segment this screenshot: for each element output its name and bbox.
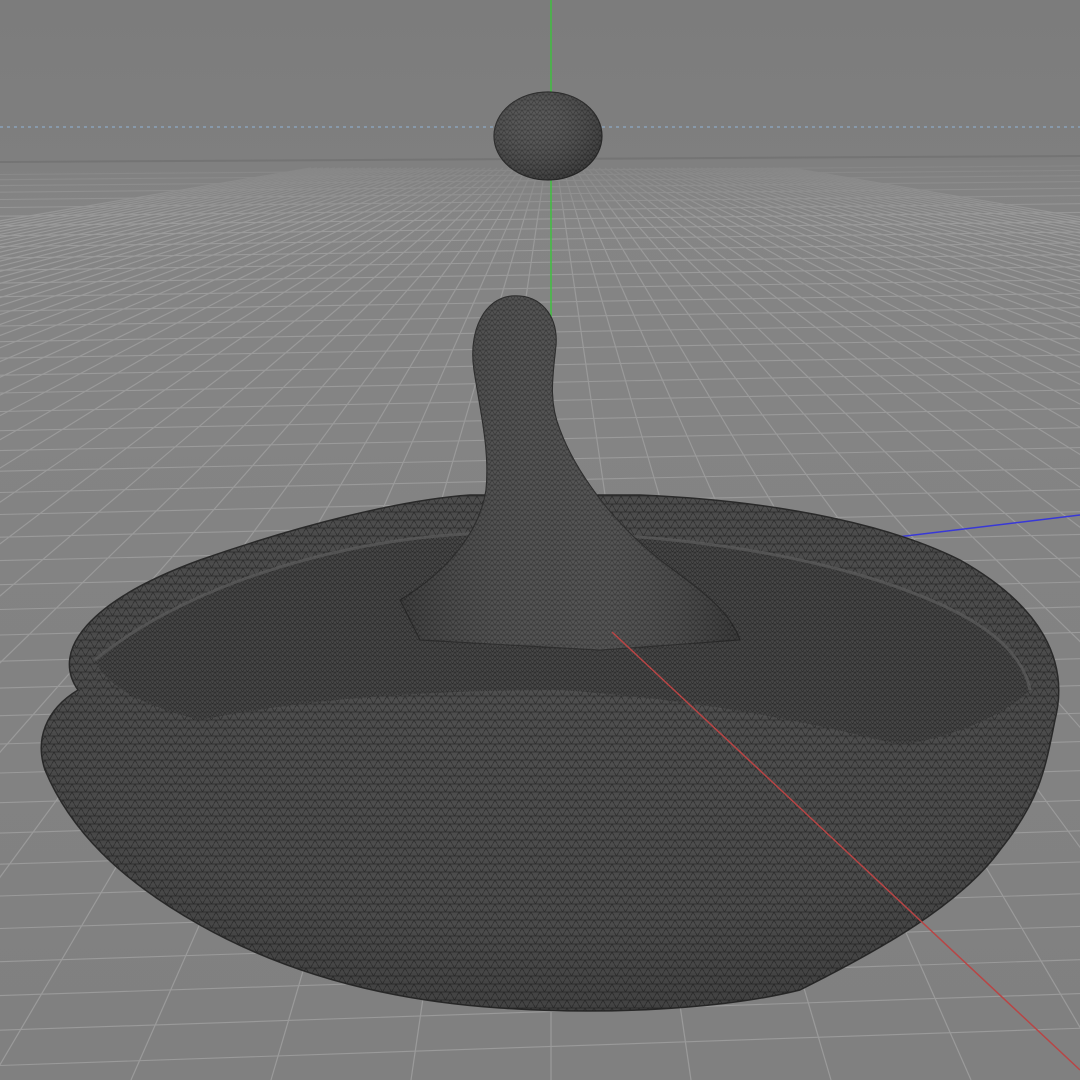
3d-viewport[interactable]: [0, 0, 1080, 1080]
viewport-canvas[interactable]: [0, 0, 1080, 1080]
droplet-sphere[interactable]: [493, 91, 603, 181]
